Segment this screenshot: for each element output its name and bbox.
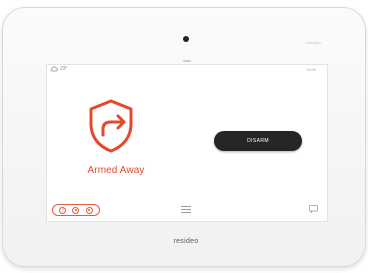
temperature-label: 23° (60, 66, 68, 72)
weather-status[interactable]: 23° (50, 66, 68, 72)
device-corner-mark: resideo (306, 40, 322, 45)
time-label: 10:00 (306, 67, 317, 72)
shield-arrow-icon (89, 99, 133, 153)
system-state-label: Armed Away (87, 165, 145, 176)
disarm-button-label: DISARM (247, 138, 269, 144)
quick-actions-pill[interactable] (52, 204, 100, 216)
brand-logo: resideo (173, 238, 199, 245)
message-icon[interactable] (309, 205, 318, 213)
menu-icon[interactable] (181, 206, 191, 213)
home-icon[interactable] (72, 206, 80, 214)
camera-icon (183, 36, 189, 42)
cloud-icon (50, 66, 58, 72)
away-icon[interactable] (85, 206, 93, 214)
proximity-sensor (183, 60, 191, 62)
disarm-button[interactable]: DISARM (214, 131, 302, 151)
emergency-icon[interactable] (59, 206, 67, 214)
